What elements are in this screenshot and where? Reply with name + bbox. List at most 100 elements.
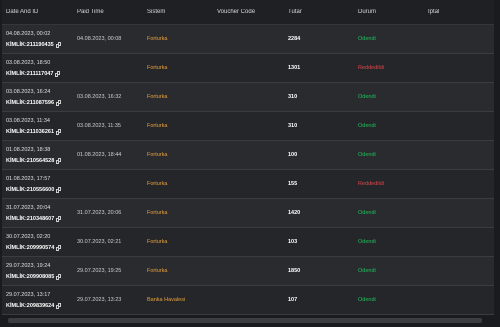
status-cell: Ödendi [358, 239, 376, 245]
date-id-cell: 03.08.2023, 16:24 KİMLİK:211087596 [2, 89, 73, 106]
transaction-id: KİMLİK:211087596 [6, 99, 73, 106]
sistem-cell: Forturka [147, 239, 168, 245]
copy-icon[interactable] [56, 215, 62, 222]
status-cell: Ödendi [358, 297, 376, 303]
transaction-id: KİMLİK:209908085 [6, 273, 73, 280]
transaction-id: KİMLİK:211036261 [6, 128, 73, 135]
status-cell: Ödendi [358, 123, 376, 129]
column-header-date-id: Date And ID [6, 9, 39, 15]
sistem-cell: Forturka [147, 268, 168, 274]
copy-icon[interactable] [55, 41, 61, 48]
transaction-date: 01.08.2023, 17:57 [6, 175, 51, 182]
sistem-cell: Forturka [147, 123, 168, 129]
transaction-id: KİMLİK:210348607 [6, 215, 73, 222]
status-cell: Ödendi [358, 36, 376, 42]
table-row: 03.08.2023, 11:34 KİMLİK:211036261 03.08.2… [2, 112, 494, 141]
copy-icon[interactable] [55, 70, 61, 77]
status-cell: Ödendi [358, 152, 376, 158]
transaction-date: 03.08.2023, 16:24 [6, 88, 51, 95]
transaction-id: KİMLİK:210556600 [6, 186, 73, 193]
status-cell: Reddedildi [358, 181, 384, 187]
transaction-date: 29.07.2023, 13:17 [6, 291, 51, 298]
date-id-cell: 03.08.2023, 11:34 KİMLİK:211036261 [2, 118, 73, 135]
transaction-id: KİMLİK:210564528 [6, 157, 73, 164]
transaction-date: 03.08.2023, 11:34 [6, 117, 50, 124]
status-cell: Ödendi [358, 210, 376, 216]
tutar-cell: 107 [288, 297, 298, 303]
transaction-id-text: KİMLİK:211087596 [6, 99, 54, 106]
tutar-cell: 1850 [288, 268, 301, 274]
date-id-cell: 31.07.2023, 20:04 KİMLİK:210348607 [2, 205, 73, 222]
tutar-cell: 155 [288, 181, 298, 187]
sistem-cell: Forturka [147, 36, 168, 42]
table-row: 29.07.2023, 13:17 KİMLİK:209839624 29.07.2… [2, 286, 494, 315]
column-header-durum: Durum [358, 9, 377, 15]
column-header-sistem: Sistem [147, 9, 166, 15]
transaction-date: 03.08.2023, 18:50 [6, 59, 51, 66]
transaction-id-text: KİMLİK:211117047 [6, 70, 54, 77]
sistem-cell: Forturka [147, 65, 168, 71]
sistem-cell: Forturka [147, 181, 168, 187]
transactions-table: Date And ID Paid Time Sistem Voucher Cod… [2, 0, 494, 315]
transaction-id-text: KİMLİK:209990574 [6, 244, 55, 251]
date-id-cell: 29.07.2023, 13:17 KİMLİK:209839624 [2, 292, 73, 309]
paid-time-cell: 03.08.2023, 16:32 [77, 94, 122, 100]
scrollbar-thumb[interactable] [8, 318, 482, 323]
table-body: 04.08.2023, 00:02 KİMLİK:211190435 04.08.2… [2, 25, 494, 315]
status-cell: Ödendi [358, 94, 376, 100]
table-row: 31.07.2023, 20:04 KİMLİK:210348607 31.07.2… [2, 199, 494, 228]
transaction-date: 30.07.2023, 02:20 [6, 233, 51, 240]
column-header-voucher-code: Voucher Code [217, 9, 256, 15]
transaction-id-text: KİMLİK:210348607 [6, 215, 55, 222]
table-header: Date And ID Paid Time Sistem Voucher Cod… [2, 0, 494, 25]
transaction-date: 01.08.2023, 18:38 [6, 146, 51, 153]
paid-time-cell: 04.08.2023, 00:08 [77, 36, 122, 42]
sistem-cell: Forturka [147, 152, 168, 158]
copy-icon[interactable] [56, 273, 62, 280]
copy-icon[interactable] [56, 244, 62, 251]
transaction-date: 29.07.2023, 19:24 [6, 262, 51, 269]
paid-time-cell: 03.08.2023, 11:35 [77, 123, 121, 129]
sistem-cell: Forturka [147, 210, 168, 216]
transaction-date: 04.08.2023, 00:02 [6, 30, 51, 37]
date-id-cell: 04.08.2023, 00:02 KİMLİK:211190435 [2, 31, 73, 48]
table-row: 03.08.2023, 16:24 KİMLİK:211087596 03.08.2… [2, 83, 494, 112]
transaction-id: KİMLİK:211117047 [6, 70, 73, 77]
transaction-id: KİMLİK:211190435 [6, 41, 73, 48]
tutar-cell: 310 [288, 94, 298, 100]
transaction-id-text: KİMLİK:211036261 [6, 128, 54, 135]
table-row: 30.07.2023, 02:20 KİMLİK:209990574 30.07.2… [2, 228, 494, 257]
copy-icon[interactable] [56, 157, 62, 164]
tutar-cell: 103 [288, 239, 298, 245]
paid-time-cell: 01.08.2023, 18:44 [77, 152, 122, 158]
sistem-cell: Banka Havalesi [147, 297, 186, 303]
transaction-id-text: KİMLİK:209839624 [6, 302, 55, 309]
tutar-cell: 2284 [288, 36, 301, 42]
transaction-id-text: KİMLİK:210564528 [6, 157, 55, 164]
transaction-id-text: KİMLİK:211190435 [6, 41, 54, 48]
copy-icon[interactable] [56, 302, 62, 309]
transaction-id-text: KİMLİK:210556600 [6, 186, 55, 193]
status-cell: Ödendi [358, 268, 376, 274]
paid-time-cell: 30.07.2023, 02:21 [77, 239, 122, 245]
sistem-cell: Forturka [147, 94, 168, 100]
date-id-cell: 01.08.2023, 17:57 KİMLİK:210556600 [2, 176, 73, 193]
table-row: 03.08.2023, 18:50 KİMLİK:211117047 Forturk… [2, 54, 494, 83]
transaction-id-text: KİMLİK:209908085 [6, 273, 55, 280]
copy-icon[interactable] [56, 128, 61, 135]
transaction-date: 31.07.2023, 20:04 [6, 204, 51, 211]
paid-time-cell: 31.07.2023, 20:06 [77, 210, 122, 216]
copy-icon[interactable] [56, 99, 61, 106]
date-id-cell: 01.08.2023, 18:38 KİMLİK:210564528 [2, 147, 73, 164]
transaction-id: KİMLİK:209839624 [6, 302, 73, 309]
horizontal-scrollbar[interactable] [8, 318, 482, 323]
tutar-cell: 1301 [288, 65, 301, 71]
copy-icon[interactable] [56, 186, 62, 193]
table-row: 01.08.2023, 17:57 KİMLİK:210556600 Forturk… [2, 170, 494, 199]
date-id-cell: 03.08.2023, 18:50 KİMLİK:211117047 [2, 60, 73, 77]
table-row: 01.08.2023, 18:38 KİMLİK:210564528 01.08.2… [2, 141, 494, 170]
paid-time-cell: 29.07.2023, 13:23 [77, 297, 122, 303]
table-row: 29.07.2023, 19:24 KİMLİK:209908085 29.07.2… [2, 257, 494, 286]
status-cell: Reddedildi [358, 65, 384, 71]
tutar-cell: 1420 [288, 210, 301, 216]
